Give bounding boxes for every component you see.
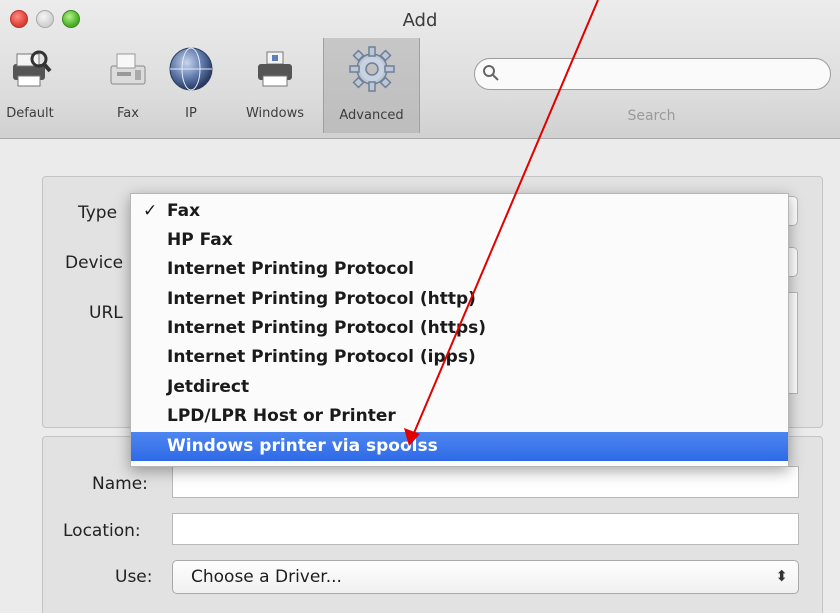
menu-item-label: HP Fax (167, 230, 233, 250)
updown-arrows-icon: ⬍ (775, 567, 788, 585)
location-field[interactable] (172, 513, 799, 545)
windows-printer-icon (258, 51, 292, 87)
menu-item-label: Internet Printing Protocol (167, 259, 414, 279)
menu-item-label: Windows printer via spoolss (167, 436, 438, 456)
url-label: URL (89, 303, 123, 323)
menu-item-label: Fax (167, 201, 201, 221)
toolbar-windows[interactable]: Windows (232, 40, 318, 130)
menu-item-label: Internet Printing Protocol (ipps) (167, 347, 476, 367)
menu-item-ipp-ipps[interactable]: Internet Printing Protocol (ipps) (131, 343, 788, 372)
use-driver-value: Choose a Driver... (191, 567, 342, 587)
menu-item-ipp[interactable]: Internet Printing Protocol (131, 255, 788, 284)
printer-magnifier-icon (13, 50, 52, 87)
use-driver-select[interactable]: Choose a Driver... ⬍ (172, 560, 799, 594)
menu-item-fax[interactable]: ✓ Fax (131, 197, 788, 226)
toolbar-windows-label: Windows (245, 106, 305, 121)
menu-item-windows-spoolss[interactable]: Windows printer via spoolss (131, 432, 788, 461)
name-label: Name: (92, 474, 148, 494)
toolbar-advanced[interactable]: Advanced (323, 38, 420, 133)
toolbar-ip[interactable]: IP (166, 40, 216, 130)
location-label: Location: (63, 521, 141, 541)
search-input[interactable] (474, 58, 831, 90)
toolbar-fax-label: Fax (117, 106, 139, 121)
name-field[interactable] (172, 466, 799, 498)
toolbar-fax[interactable]: Fax (98, 40, 158, 130)
gear-icon (348, 46, 395, 92)
toolbar-default[interactable]: Default (2, 40, 58, 130)
checkmark-icon: ✓ (143, 201, 158, 221)
menu-item-jetdirect[interactable]: Jetdirect (131, 373, 788, 402)
type-label: Type (78, 203, 118, 223)
use-label: Use: (115, 567, 153, 587)
menu-item-lpd-lpr[interactable]: LPD/LPR Host or Printer (131, 402, 788, 431)
menu-item-hp-fax[interactable]: HP Fax (131, 226, 788, 255)
search-icon (483, 65, 499, 81)
device-label: Device (65, 253, 124, 273)
menu-item-label: Internet Printing Protocol (https) (167, 318, 487, 338)
menu-item-label: Jetdirect (167, 377, 250, 397)
type-dropdown-menu: ✓ Fax HP Fax Internet Printing Protocol … (130, 193, 789, 467)
menu-item-ipp-http[interactable]: Internet Printing Protocol (http) (131, 285, 788, 314)
toolbar-advanced-label: Advanced (339, 108, 404, 123)
search-label: Search (627, 108, 676, 124)
window-title: Add (402, 10, 438, 31)
fax-icon (110, 53, 146, 85)
toolbar-ip-label: IP (185, 106, 197, 121)
toolbar-default-label: Default (6, 106, 54, 121)
menu-item-label: LPD/LPR Host or Printer (167, 406, 396, 426)
menu-item-label: Internet Printing Protocol (http) (167, 289, 476, 309)
globe-icon (169, 47, 213, 91)
menu-item-ipp-https[interactable]: Internet Printing Protocol (https) (131, 314, 788, 343)
